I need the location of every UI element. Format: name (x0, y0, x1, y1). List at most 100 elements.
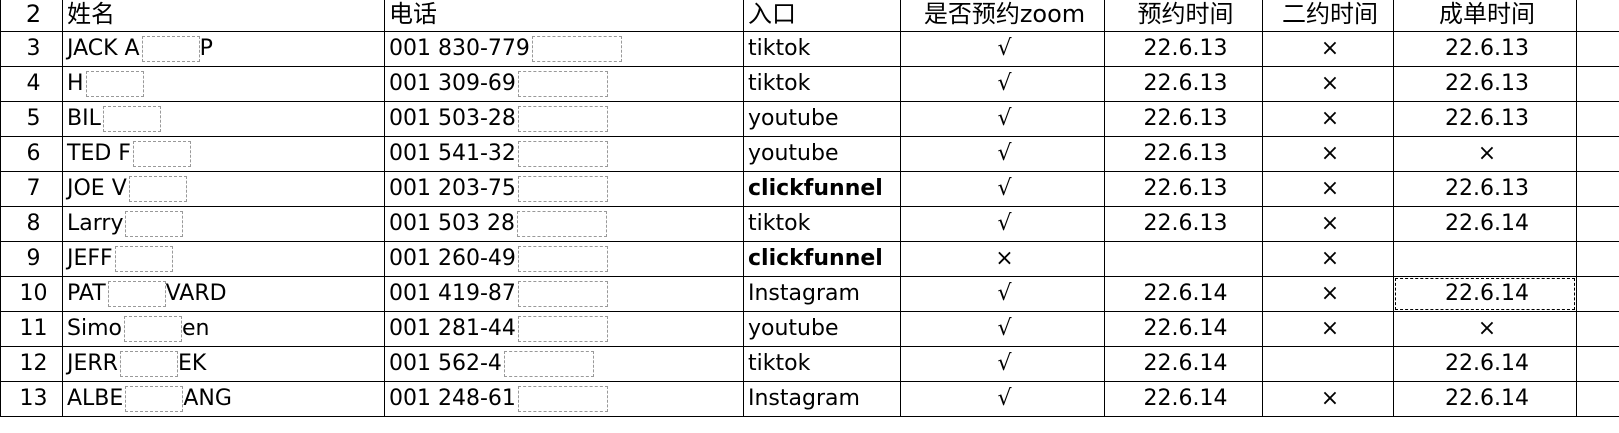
empty-cell[interactable] (1576, 0, 1619, 32)
cell-zoom[interactable]: √ (900, 136, 1105, 172)
cell-second-time[interactable]: × (1262, 66, 1394, 102)
empty-cell[interactable] (1576, 311, 1619, 347)
row-number[interactable]: 4 (0, 66, 63, 102)
empty-cell[interactable] (1576, 346, 1619, 382)
cell-phone[interactable]: 001 562-4 (384, 346, 744, 382)
cell-appt-time[interactable]: 22.6.13 (1104, 101, 1263, 137)
cell-second-time[interactable]: × (1262, 136, 1394, 172)
row-number[interactable]: 7 (0, 171, 63, 207)
cell-entry[interactable]: tiktok (743, 346, 901, 382)
cell-second-time[interactable]: × (1262, 241, 1394, 277)
cell-name[interactable]: BIL (62, 101, 385, 137)
cell-deal-time[interactable]: 22.6.14 (1393, 206, 1577, 242)
cell-zoom[interactable]: √ (900, 346, 1105, 382)
header-cell-entry[interactable]: 入口 (743, 0, 901, 32)
cell-appt-time[interactable]: 22.6.13 (1104, 31, 1263, 67)
empty-cell[interactable] (1576, 171, 1619, 207)
cell-appt-time[interactable]: 22.6.14 (1104, 311, 1263, 347)
row-number[interactable]: 12 (0, 346, 63, 382)
header-cell-phone[interactable]: 电话 (384, 0, 744, 32)
empty-cell[interactable] (1576, 206, 1619, 242)
row-number[interactable]: 3 (0, 31, 63, 67)
header-cell-appt-time[interactable]: 预约时间 (1104, 0, 1263, 32)
cell-deal-time[interactable]: × (1393, 136, 1577, 172)
cell-appt-time[interactable]: 22.6.13 (1104, 66, 1263, 102)
cell-deal-time[interactable]: × (1393, 311, 1577, 347)
cell-entry[interactable]: tiktok (743, 31, 901, 67)
cell-name[interactable]: PAT VARD (62, 276, 385, 312)
cell-deal-time[interactable]: 22.6.13 (1393, 101, 1577, 137)
cell-deal-time[interactable] (1393, 241, 1577, 277)
empty-cell[interactable] (1576, 31, 1619, 67)
cell-entry[interactable]: clickfunnel (743, 171, 901, 207)
cell-phone[interactable]: 001 248-61 (384, 381, 744, 417)
empty-cell[interactable] (1576, 241, 1619, 277)
cell-entry[interactable]: youtube (743, 311, 901, 347)
cell-zoom[interactable]: × (900, 241, 1105, 277)
cell-appt-time[interactable]: 22.6.14 (1104, 381, 1263, 417)
row-number[interactable]: 6 (0, 136, 63, 172)
row-number[interactable]: 9 (0, 241, 63, 277)
row-number[interactable]: 11 (0, 311, 63, 347)
cell-entry[interactable]: youtube (743, 136, 901, 172)
cell-appt-time[interactable]: 22.6.13 (1104, 136, 1263, 172)
cell-second-time[interactable]: × (1262, 101, 1394, 137)
cell-entry[interactable]: clickfunnel (743, 241, 901, 277)
cell-appt-time[interactable]: 22.6.13 (1104, 171, 1263, 207)
cell-phone[interactable]: 001 260-49 (384, 241, 744, 277)
row-number[interactable]: 2 (0, 0, 63, 32)
cell-phone[interactable]: 001 281-44 (384, 311, 744, 347)
cell-zoom[interactable]: √ (900, 276, 1105, 312)
cell-appt-time[interactable]: 22.6.13 (1104, 206, 1263, 242)
cell-name[interactable]: JOE V (62, 171, 385, 207)
cell-name[interactable]: JACK A P (62, 31, 385, 67)
cell-zoom[interactable]: √ (900, 66, 1105, 102)
cell-second-time[interactable]: × (1262, 171, 1394, 207)
cell-zoom[interactable]: √ (900, 311, 1105, 347)
cell-deal-time[interactable]: 22.6.14 (1393, 381, 1577, 417)
cell-appt-time[interactable]: 22.6.14 (1104, 346, 1263, 382)
cell-second-time[interactable]: × (1262, 206, 1394, 242)
selected-cell[interactable]: 22.6.14 (1393, 276, 1577, 312)
cell-phone[interactable]: 001 419-87 (384, 276, 744, 312)
cell-phone[interactable]: 001 830-779 (384, 31, 744, 67)
header-cell-name[interactable]: 姓名 (62, 0, 385, 32)
cell-deal-time[interactable]: 22.6.14 (1393, 346, 1577, 382)
cell-name[interactable]: Larry (62, 206, 385, 242)
cell-entry[interactable]: Instagram (743, 276, 901, 312)
cell-zoom[interactable]: √ (900, 31, 1105, 67)
cell-appt-time[interactable] (1104, 241, 1263, 277)
cell-second-time[interactable]: × (1262, 276, 1394, 312)
row-number[interactable]: 5 (0, 101, 63, 137)
row-number[interactable]: 10 (0, 276, 63, 312)
cell-zoom[interactable]: √ (900, 171, 1105, 207)
empty-cell[interactable] (1576, 276, 1619, 312)
cell-phone[interactable]: 001 503 28 (384, 206, 744, 242)
cell-zoom[interactable]: √ (900, 381, 1105, 417)
cell-second-time[interactable]: × (1262, 31, 1394, 67)
empty-cell[interactable] (1576, 381, 1619, 417)
header-cell-second-time[interactable]: 二约时间 (1262, 0, 1394, 32)
cell-zoom[interactable]: √ (900, 101, 1105, 137)
header-cell-deal-time[interactable]: 成单时间 (1393, 0, 1577, 32)
row-number[interactable]: 8 (0, 206, 63, 242)
cell-name[interactable]: Simo en (62, 311, 385, 347)
cell-entry[interactable]: tiktok (743, 206, 901, 242)
cell-entry[interactable]: Instagram (743, 381, 901, 417)
cell-zoom[interactable]: √ (900, 206, 1105, 242)
cell-phone[interactable]: 001 503-28 (384, 101, 744, 137)
cell-appt-time[interactable]: 22.6.14 (1104, 276, 1263, 312)
cell-deal-time[interactable]: 22.6.13 (1393, 66, 1577, 102)
cell-phone[interactable]: 001 309-69 (384, 66, 744, 102)
empty-cell[interactable] (1576, 66, 1619, 102)
cell-second-time[interactable] (1262, 346, 1394, 382)
empty-cell[interactable] (1576, 136, 1619, 172)
cell-name[interactable]: ALBE ANG (62, 381, 385, 417)
cell-name[interactable]: TED F (62, 136, 385, 172)
cell-deal-time[interactable]: 22.6.13 (1393, 171, 1577, 207)
cell-name[interactable]: H (62, 66, 385, 102)
cell-phone[interactable]: 001 541-32 (384, 136, 744, 172)
cell-second-time[interactable]: × (1262, 381, 1394, 417)
cell-entry[interactable]: youtube (743, 101, 901, 137)
header-cell-zoom[interactable]: 是否预约zoom (900, 0, 1105, 32)
